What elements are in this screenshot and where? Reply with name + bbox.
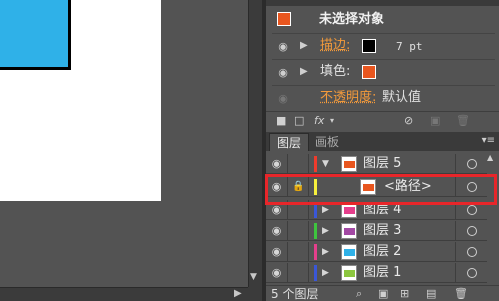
layer-thumbnail [360, 179, 376, 195]
horizontal-scrollbar[interactable] [0, 287, 248, 301]
square-icon[interactable]: □ [294, 114, 304, 127]
fill-row[interactable]: ◉ ▶ 填色: [272, 60, 495, 86]
fill-label[interactable]: 填色: [320, 64, 350, 80]
clipping-mask-icon[interactable]: ▣ [378, 287, 388, 300]
eye-icon[interactable]: ◉ [266, 242, 288, 262]
layers-tab-strip: 图层 画板 ▾≡ [266, 132, 499, 151]
fx-icon[interactable]: fx [314, 114, 324, 127]
trash-icon[interactable]: 🗑 [456, 114, 470, 127]
layer-count: 5 个图层 [271, 287, 319, 301]
appearance-title-row: 未选择对象 [272, 8, 495, 34]
eye-icon[interactable]: ◉ [276, 93, 290, 104]
dropdown-icon[interactable]: ▾ [330, 114, 334, 127]
expand-triangle-icon[interactable]: ▶ [322, 268, 329, 278]
tab-layers[interactable]: 图层 [269, 133, 310, 151]
scroll-up-icon[interactable]: ▲ [487, 153, 493, 162]
trash-icon[interactable]: 🗑 [454, 287, 468, 300]
lock-slot[interactable] [289, 200, 309, 220]
clear-icon[interactable]: ⊘ [404, 114, 413, 127]
layer-row-4[interactable]: ◉ ▶ 图层 4 [266, 200, 487, 220]
eye-icon[interactable]: ◉ [276, 67, 290, 78]
eye-icon[interactable]: ◉ [266, 200, 288, 220]
artboard[interactable] [0, 0, 161, 201]
eye-icon[interactable]: ◉ [266, 263, 288, 283]
object-swatch [277, 12, 291, 26]
layer-thumbnail [341, 156, 357, 172]
lock-icon[interactable]: 🔒 [289, 177, 309, 197]
duplicate-icon[interactable]: ▣ [430, 114, 440, 127]
stroke-label[interactable]: 描边: [320, 38, 350, 54]
vertical-scrollbar[interactable] [248, 0, 262, 287]
lock-slot[interactable] [289, 221, 309, 241]
expand-triangle-icon[interactable]: ▶ [322, 247, 329, 257]
layer-row-5[interactable]: ◉ ▼ 图层 5 [266, 154, 487, 174]
layer-thumbnail [341, 202, 357, 218]
layers-footer: 5 个图层 ⌕ ▣ ⊞ ▤ 🗑 [266, 285, 499, 301]
stroke-weight[interactable]: 7 pt [396, 39, 423, 55]
blue-rectangle-shape[interactable] [0, 0, 71, 70]
layer-thumbnail [341, 244, 357, 260]
layer-color-bar [314, 244, 317, 260]
target-circle-icon[interactable] [455, 221, 487, 241]
fill-swatch[interactable] [362, 65, 376, 79]
layer-row-2[interactable]: ◉ ▶ 图层 2 [266, 242, 487, 262]
scroll-down-icon[interactable]: ▼ [250, 272, 257, 282]
stroke-row[interactable]: ◉ ▶ 描边: 7 pt [272, 34, 495, 60]
layer-name[interactable]: 图层 2 [363, 244, 401, 260]
panel-menu-icon[interactable]: ▾≡ [482, 135, 495, 146]
eye-icon[interactable]: ◉ [266, 221, 288, 241]
layer-row-3[interactable]: ◉ ▶ 图层 3 [266, 221, 487, 241]
target-circle-icon[interactable] [455, 154, 487, 174]
layer-color-bar [314, 265, 317, 281]
layer-color-bar [314, 223, 317, 239]
appearance-toolbar: ■ □ fx ▾ ⊘ ▣ 🗑 [266, 111, 499, 128]
expand-triangle-icon[interactable]: ▶ [322, 205, 329, 215]
layer-row-1[interactable]: ◉ ▶ 图层 1 [266, 263, 487, 283]
opacity-label[interactable]: 不透明度: [320, 90, 376, 106]
expand-triangle-icon[interactable]: ▶ [300, 67, 308, 77]
locate-object-icon[interactable]: ⌕ [356, 287, 362, 300]
target-circle-icon[interactable] [455, 177, 487, 197]
layer-row-path[interactable]: ◉ 🔒 <路径> [266, 177, 487, 197]
new-layer-icon[interactable]: ▤ [426, 287, 436, 300]
target-circle-icon[interactable] [455, 242, 487, 262]
lock-slot[interactable] [289, 242, 309, 262]
layer-name[interactable]: 图层 1 [363, 265, 401, 281]
expand-triangle-icon[interactable]: ▶ [322, 226, 329, 236]
canvas-area[interactable] [0, 0, 248, 301]
opacity-value[interactable]: 默认值 [382, 90, 421, 106]
target-circle-icon[interactable] [455, 263, 487, 283]
layer-name[interactable]: 图层 3 [363, 223, 401, 239]
lock-slot[interactable] [289, 154, 309, 174]
new-sublayer-icon[interactable]: ⊞ [400, 287, 409, 300]
eye-icon[interactable]: ◉ [266, 154, 288, 174]
appearance-title: 未选择对象 [319, 12, 385, 27]
lock-slot[interactable] [289, 263, 309, 283]
layer-color-bar [314, 202, 317, 218]
stroke-swatch[interactable] [362, 39, 376, 53]
scrollbar-corner [248, 287, 262, 301]
collapse-triangle-icon[interactable]: ▼ [322, 159, 329, 169]
eye-icon[interactable]: ◉ [276, 41, 290, 52]
layer-name[interactable]: 图层 4 [363, 202, 401, 218]
layer-name[interactable]: 图层 5 [363, 156, 401, 172]
scroll-right-icon[interactable]: ▶ [234, 289, 242, 299]
appearance-tab-strip[interactable] [266, 0, 499, 6]
layer-thumbnail [341, 265, 357, 281]
tab-artboards[interactable]: 画板 [308, 133, 346, 151]
opacity-row[interactable]: ◉ 不透明度: 默认值 [272, 86, 495, 112]
expand-triangle-icon[interactable]: ▶ [300, 41, 308, 51]
target-circle-icon[interactable] [455, 200, 487, 220]
eye-icon[interactable]: ◉ [266, 177, 288, 197]
layer-color-bar [314, 156, 317, 172]
layer-name[interactable]: <路径> [384, 179, 432, 195]
layer-thumbnail [341, 223, 357, 239]
layer-color-bar [314, 179, 317, 195]
new-layer-square-icon[interactable]: ■ [276, 114, 286, 127]
